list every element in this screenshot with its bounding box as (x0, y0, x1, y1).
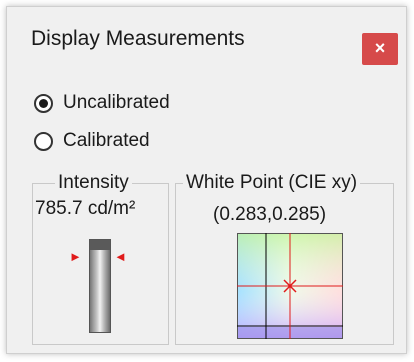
radio-label-uncalibrated: Uncalibrated (63, 92, 170, 113)
radio-button-checked[interactable] (34, 93, 53, 113)
radio-label-calibrated: Calibrated (63, 130, 150, 151)
display-measurements-dialog: Display Measurements × Uncalibrated Cali… (6, 6, 407, 354)
radio-button-unchecked[interactable] (34, 131, 53, 151)
window-title: Display Measurements (31, 27, 245, 50)
chromaticity-chart (237, 233, 343, 339)
close-button[interactable]: × (362, 33, 398, 65)
light-tube-icon (89, 239, 111, 333)
arrow-left-icon: ◄ (114, 249, 127, 264)
close-icon: × (374, 38, 386, 58)
intensity-value: 785.7 cd/m² (35, 198, 136, 219)
radio-uncalibrated[interactable]: Uncalibrated (34, 88, 170, 118)
intensity-label: Intensity (55, 172, 132, 194)
title-bar: Display Measurements × (7, 7, 406, 71)
white-point-value: (0.283,0.285) (213, 204, 327, 225)
arrow-right-icon: ► (69, 249, 82, 264)
white-point-label: White Point (CIE xy) (183, 172, 361, 194)
tube-cap (90, 240, 110, 250)
radio-calibrated[interactable]: Calibrated (34, 126, 150, 156)
